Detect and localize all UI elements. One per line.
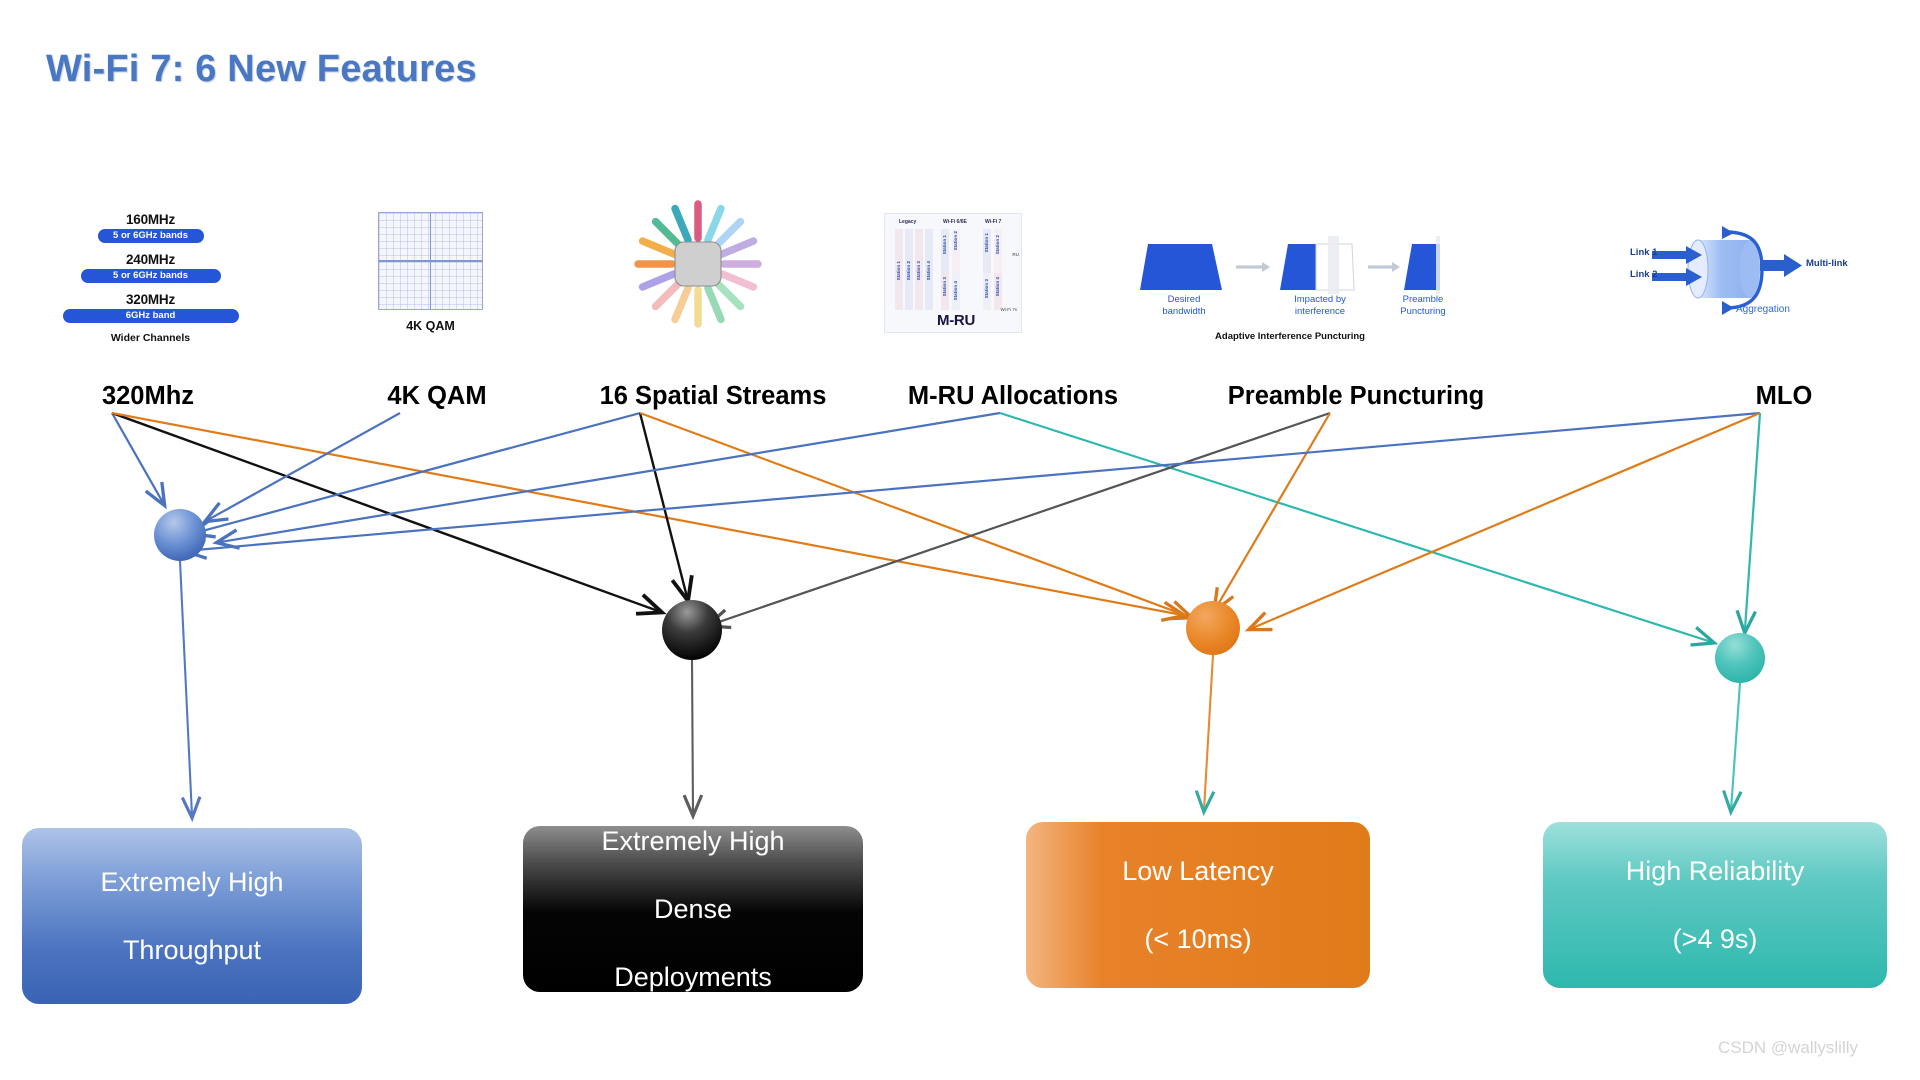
feature-label-preamble: Preamble Puncturing (1227, 382, 1485, 410)
hub-node-throughput (154, 509, 206, 561)
outcome-throughput-line2: Throughput (122, 935, 262, 965)
hub-node-latency (1186, 601, 1240, 655)
icon-wider-channels: 160MHz 5 or 6GHz bands 240MHz 5 or 6GHz … (58, 212, 243, 344)
mru-header-wifi7: Wi-Fi 7 (985, 219, 1002, 225)
pp-step2-line2: interference (1294, 305, 1346, 317)
edge (1244, 411, 1761, 632)
wc-band-160: 5 or 6GHz bands (97, 229, 204, 243)
feature-label-spatial-streams: 16 Spatial Streams (599, 382, 827, 410)
outcome-dense-line3: Deployments (614, 962, 772, 992)
edge (187, 411, 641, 539)
edge (1735, 412, 1762, 638)
mru-wifi6-s3: Station 3 (942, 277, 947, 297)
outcome-box-latency[interactable]: Low Latency (< 10ms) (1026, 822, 1370, 988)
outcome-box-reliability[interactable]: High Reliability (>4 9s) (1543, 822, 1887, 988)
pp-step1-line2: bandwidth (1162, 305, 1206, 317)
feature-label-mlo: MLO (1755, 382, 1813, 410)
edge (639, 411, 1196, 621)
wc-bw-240: 240MHz (125, 252, 176, 267)
edge (999, 411, 1719, 647)
spatial-streams-icon (634, 200, 762, 328)
mru-big-label: M-RU (937, 312, 975, 329)
mru-wifi6-s2: Station 2 (953, 231, 958, 251)
outcome-latency-line2: (< 10ms) (1144, 924, 1252, 954)
pp-step3-line2: Puncturing (1400, 305, 1446, 317)
outcome-stem (1194, 654, 1216, 817)
qam-caption: 4K QAM (406, 319, 455, 333)
pp-step3-line1: Preamble (1402, 294, 1444, 305)
mru-ru-tag: RU (1012, 252, 1019, 257)
mru-wifi7-s4: Station 4 (995, 277, 1000, 297)
mru-legacy-s3: Station 3 (916, 261, 921, 281)
edge (1211, 412, 1331, 615)
outcome-stem (682, 659, 704, 821)
feature-label-m-ru: M-RU Allocations (907, 382, 1119, 410)
icon-mlo: Link 1 Link 2 Multi-link Aggregation (1630, 218, 1848, 322)
icon-preamble-puncturing: Desired bandwidth Impacted by interferen… (1140, 232, 1446, 342)
edge (111, 411, 660, 612)
mlo-aggregation-label: Aggregation (1736, 304, 1790, 315)
outcome-latency-line1: Low Latency (1122, 856, 1274, 886)
pp-step1-line1: Desired (1167, 294, 1201, 305)
pp-caption: Adaptive Interference Puncturing (1215, 331, 1365, 342)
outcome-dense-line1: Extremely High (601, 826, 785, 856)
mru-wifi7-s2: Station 2 (995, 235, 1000, 255)
wc-caption: Wider Channels (110, 332, 191, 344)
outcome-throughput-line1: Extremely High (100, 867, 284, 897)
mru-wifi7-s3: Station 3 (984, 279, 989, 299)
outcome-dense-line2: Dense (653, 894, 733, 924)
wc-bw-320: 320MHz (125, 292, 176, 307)
wc-bw-160: 160MHz (125, 212, 176, 227)
wc-band-240: 5 or 6GHz bands (80, 269, 221, 283)
mlo-aggregation-icon (1652, 226, 1802, 315)
edge (638, 412, 687, 599)
mru-legacy-s2: Station 2 (906, 261, 911, 281)
edge (201, 412, 401, 524)
outcome-stem (1722, 682, 1743, 817)
edge (111, 411, 1189, 623)
edge (179, 411, 1761, 560)
watermark: CSDN @wallyslilly (1717, 1038, 1858, 1057)
mru-header-legacy: Legacy (899, 219, 917, 225)
icon-m-ru: Legacy Wi-Fi 6/6E Wi-Fi 7 Station 1 Stat… (884, 213, 1022, 333)
icon-4k-qam: 4K QAM (378, 212, 483, 333)
outcome-box-dense[interactable]: Extremely High Dense Deployments (523, 826, 863, 992)
mru-header-wifi6: Wi-Fi 6/6E (943, 219, 967, 225)
mlo-link2-label: Link 2 (1630, 269, 1658, 280)
hub-node-dense (662, 600, 722, 660)
pp-step2-line1: Impacted by (1294, 294, 1346, 305)
mlo-link1-label: Link 1 (1630, 247, 1658, 258)
hub-node-reliability (1715, 633, 1765, 683)
feature-label-320mhz: 320Mhz (101, 382, 195, 410)
mru-wifi7-s1: Station 1 (984, 233, 989, 253)
icon-16-spatial-streams (613, 198, 783, 333)
outcome-reliability-line1: High Reliability (1625, 856, 1805, 886)
qam-constellation-icon (378, 212, 483, 310)
mru-wifi6-s4: Station 4 (953, 281, 958, 301)
feature-label-4k-qam: 4K QAM (387, 382, 487, 410)
outcome-stem (178, 560, 202, 823)
outcome-reliability-line2: (>4 9s) (1672, 924, 1758, 954)
wc-band-320: 6GHz band (62, 309, 239, 323)
edge (212, 411, 1001, 550)
mru-legacy-s1: Station 1 (896, 261, 901, 281)
mru-legacy-s4: Station 4 (926, 261, 931, 281)
mru-small-label: Wi-Fi 7s (1000, 307, 1018, 312)
page-title: Wi-Fi 7: 6 New Features (46, 48, 477, 90)
mlo-output-label: Multi-link (1806, 258, 1848, 269)
outcome-box-throughput[interactable]: Extremely High Throughput (22, 828, 362, 1004)
mru-wifi6-s1: Station 1 (942, 235, 947, 255)
edge (703, 411, 1331, 630)
edge (111, 412, 167, 510)
